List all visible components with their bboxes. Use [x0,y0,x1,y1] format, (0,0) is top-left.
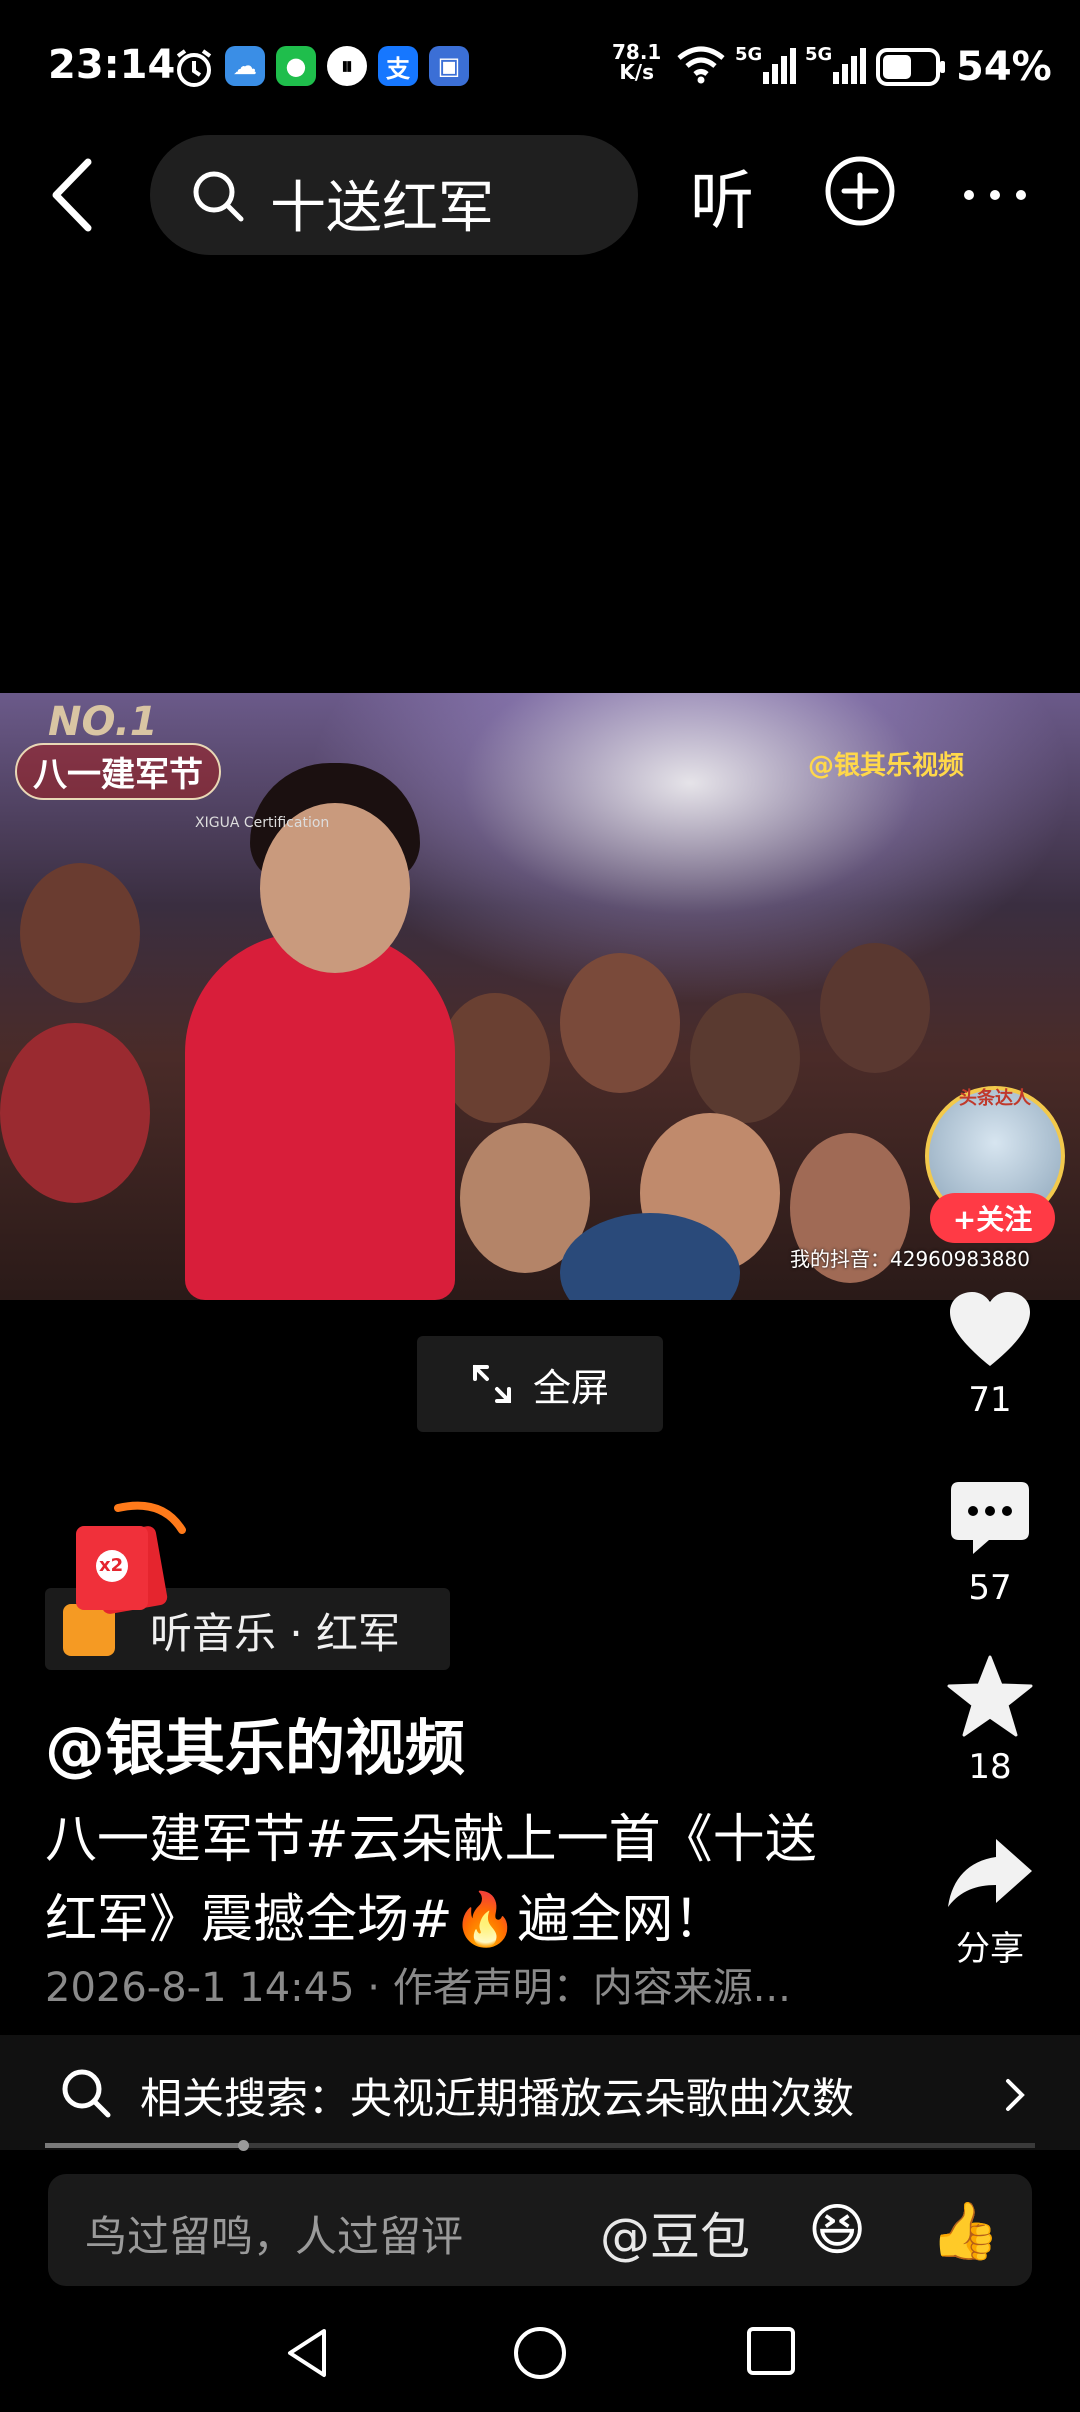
app-icon: ⏸ [327,46,367,86]
rank-badge: NO.1 [48,699,158,745]
red-packet-multiplier: x2 [99,1555,124,1576]
search-icon [193,171,244,222]
wechat-icon: ● [276,46,316,86]
red-packet-icon [76,1501,186,1614]
favorite-action[interactable]: 18 [935,1655,1045,1787]
related-progress-fill [45,2143,243,2148]
like-count: 71 [968,1380,1012,1420]
doubao-mention-button[interactable]: @豆包 [600,2197,750,2269]
weather-icon: ☁ [225,46,265,86]
share-label: 分享 [956,1929,1024,1969]
like-action[interactable]: 71 [935,1290,1045,1420]
notification-icon: ▣ [429,46,469,86]
alarm-icon [172,46,216,94]
add-button[interactable] [824,155,896,227]
expand-icon [472,1365,511,1403]
more-dots-icon [964,190,1026,200]
singer [185,933,455,1300]
share-action[interactable]: 分享 [935,1835,1045,1970]
chevron-left-icon [52,158,92,232]
listen-button[interactable]: 听 [690,150,754,242]
chevron-right-icon [1006,2079,1025,2111]
search-icon [62,2069,111,2118]
thumbs-up-emoji-button[interactable]: 👍 [930,2198,1000,2264]
signal-icon-1: 5G [735,44,805,90]
author-name[interactable]: @银其乐的视频 [45,1700,465,1787]
comment-action[interactable]: 57 [935,1478,1045,1608]
network-speed: 78.1 K/s [612,40,662,84]
plus-circle-icon [825,156,895,226]
fullscreen-button[interactable]: 全屏 [417,1336,663,1432]
nav-recents-button[interactable] [745,2325,797,2381]
more-button[interactable] [955,170,1035,220]
alipay-icon: 支 [378,46,418,86]
post-meta[interactable]: 2026-8-1 14:45 · 作者声明：内容来源... [45,1955,791,2013]
video-description: 八一建军节#云朵献上一首《十送红军》震撼全场#🔥遍全网！ [45,1810,817,1950]
battery-icon [876,48,946,90]
square-recents-icon [747,2327,795,2375]
wifi-icon [676,46,726,88]
clock: 23:14 [48,42,176,88]
search-query[interactable]: 十送红军 [270,163,494,244]
red-packet-button[interactable]: x2 [70,1490,200,1620]
follow-button[interactable]: +关注 [930,1193,1055,1243]
fullscreen-label: 全屏 [532,1365,609,1410]
comment-placeholder[interactable]: 鸟过留鸣，人过留评 [85,2203,463,2264]
video-player[interactable]: NO.1 八一建军节 XIGUA Certification @银其乐视频 头条… [0,693,1080,1300]
comment-count: 57 [968,1568,1012,1608]
douyin-id-caption: 我的抖音：42960983880 [790,1247,1030,1271]
festival-tag: 八一建军节 [15,743,221,800]
related-search-label[interactable]: 相关搜索：央视近期播放云朵歌曲次数 [140,2065,854,2126]
related-progress-dot [238,2140,249,2151]
heart-icon [950,1292,1030,1366]
triangle-back-icon [288,2329,326,2377]
creator-badge: 头条达人 [959,1088,1031,1109]
star-icon [947,1655,1033,1737]
signal-icon-2: 5G [805,44,875,90]
battery-percent: 54% [956,44,1052,90]
laugh-emoji-button[interactable]: 😆 [808,2198,866,2263]
status-bar: 23:14 ☁ ● ⏸ 支 ▣ 78.1 K/s 5G 5G 54% [0,0,1080,130]
comment-icon [951,1482,1029,1554]
certification-text: XIGUA Certification [195,815,330,831]
channel-watermark: @银其乐视频 [808,751,965,781]
related-progress-bar [45,2140,1035,2151]
nav-home-button[interactable] [512,2325,568,2385]
share-arrow-icon [948,1839,1032,1907]
back-button[interactable] [40,150,110,240]
favorite-count: 18 [968,1747,1012,1787]
circle-home-icon [514,2327,566,2379]
nav-back-button[interactable] [282,2325,332,2385]
